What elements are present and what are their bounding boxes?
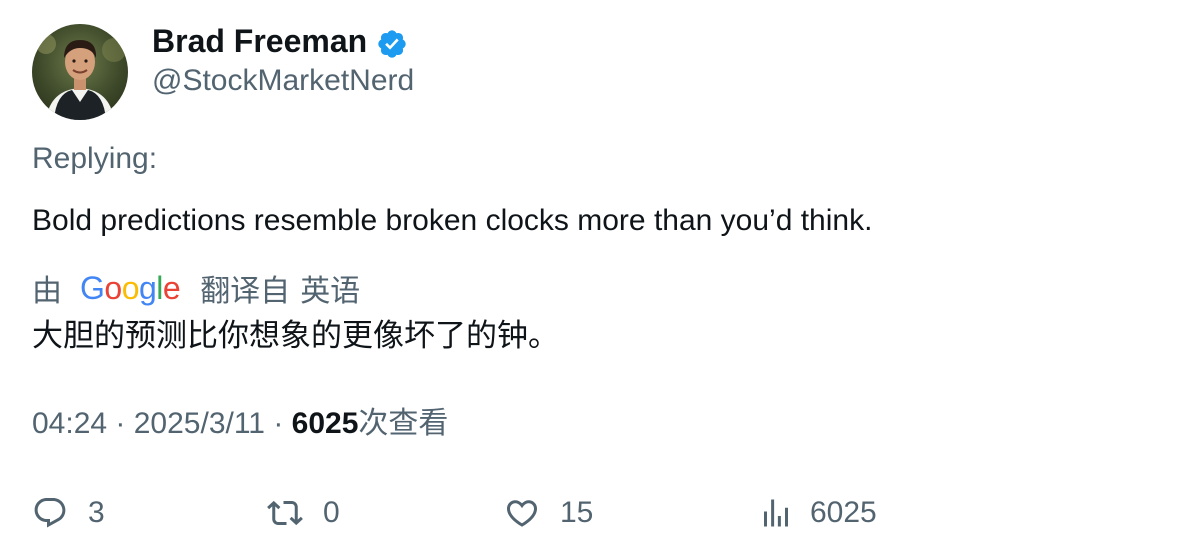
reply-button[interactable]: 3 [32,488,105,538]
like-count: 15 [560,496,594,529]
translation-attribution: 由 G o o g l e 翻译自 英语 [32,266,360,310]
verified-badge-icon [376,28,408,60]
display-name[interactable]: Brad Freeman [152,22,367,60]
reply-icon [34,498,66,528]
reply-count: 3 [88,496,105,529]
tweet-text: Bold predictions resemble broken clocks … [32,204,873,237]
like-icon [506,500,538,527]
views-button[interactable]: 6025 [758,488,877,538]
action-bar: 3 0 15 6025 [0,488,1196,538]
retweet-count: 0 [323,496,340,529]
translated-from-label: 翻译自 [200,275,291,308]
google-logo-letter: l [156,269,163,306]
views-action-count: 6025 [810,496,877,529]
meta-separator: · [115,407,134,440]
user-handle[interactable]: @StockMarketNerd [152,62,414,100]
views-icon [764,499,788,527]
tweet-date[interactable]: 2025/3/11 [134,407,265,440]
google-logo-letter: o [121,269,140,306]
retweet-button[interactable]: 0 [267,488,340,538]
like-button[interactable]: 15 [504,488,593,538]
replying-label: Replying: [32,142,158,175]
translated-text: 大胆的预测比你想象的更像坏了的钟。 [32,318,559,353]
google-logo-letter: g [138,269,157,306]
views-count: 6025 [291,407,359,440]
translated-by-label: 由 [32,275,62,308]
tweet-meta: 04:24 · 2025/3/11 · 6025次查看 [32,404,448,444]
retweet-icon [267,500,303,526]
google-logo-letter: G [80,269,105,306]
google-logo[interactable]: G o o g l e [80,269,181,307]
views-label: 次查看 [358,407,449,440]
google-logo-letter: o [104,269,122,306]
avatar[interactable] [32,24,128,120]
tweet-time[interactable]: 04:24 [32,407,107,440]
meta-separator: · [273,407,292,440]
google-logo-letter: e [162,269,181,306]
source-language: 英语 [300,275,361,308]
tweet: Brad Freeman @StockMarketNerd Replying: … [0,0,1196,558]
